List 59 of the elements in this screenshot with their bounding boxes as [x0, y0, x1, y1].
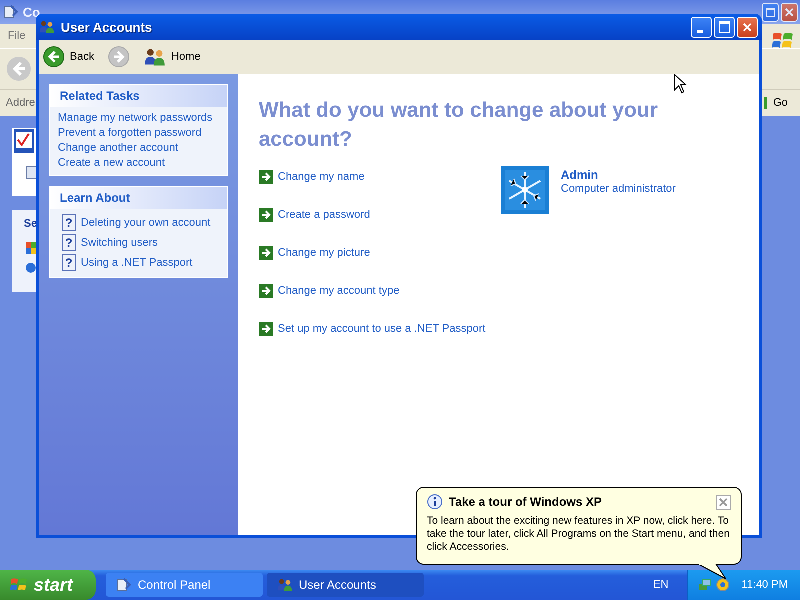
account-name: Admin [561, 168, 600, 182]
task-link[interactable]: Prevent a forgotten password [58, 127, 219, 139]
arrow-icon [259, 322, 273, 336]
help-link[interactable]: Deleting your own account [81, 216, 211, 228]
balloon-tail [698, 564, 728, 580]
menu-item[interactable]: File [8, 30, 26, 42]
task-link[interactable]: Create a password [278, 209, 370, 221]
minimize-button[interactable] [691, 16, 712, 38]
close-button[interactable] [716, 494, 731, 510]
windows-logo-icon [10, 577, 28, 593]
back-button[interactable]: Back [43, 46, 94, 68]
windows-logo-icon [772, 31, 794, 51]
window-title: Co [23, 4, 40, 20]
balloon-title: Take a tour of Windows XP [449, 495, 602, 509]
arrow-icon [259, 284, 273, 298]
help-link[interactable]: Switching users [81, 236, 158, 248]
language-indicator[interactable]: EN [653, 579, 669, 591]
task-link[interactable]: Change another account [58, 142, 219, 154]
notification-balloon[interactable]: Take a tour of Windows XP To learn about the exciting new features in XP now, click here. To take the tour later, click All Programs on the Start menu, and then click Accessories. [416, 487, 742, 565]
task-link[interactable]: Create a new account [58, 157, 219, 169]
windows-logo-icon [26, 242, 36, 254]
close-icon [719, 498, 728, 506]
account-type: Computer administrator [561, 183, 676, 195]
tour-icon[interactable] [716, 578, 730, 592]
taskbar-button[interactable]: User Accounts [267, 573, 424, 597]
users-icon [277, 578, 293, 592]
restore-button[interactable] [762, 2, 779, 22]
users-icon [39, 20, 55, 34]
arrow-icon [259, 246, 273, 260]
control-panel-icon [116, 577, 132, 593]
address-label: Addre [6, 97, 36, 109]
help-icon: ? [62, 254, 76, 271]
help-icon: ? [62, 214, 76, 231]
taskbar-button[interactable]: Control Panel [106, 573, 263, 597]
control-panel-icon [3, 4, 19, 20]
task-link[interactable]: Manage my network passwords [58, 112, 219, 124]
globe-icon [26, 262, 36, 274]
window-title: User Accounts [61, 20, 152, 34]
info-icon [427, 494, 443, 510]
close-icon [743, 22, 752, 32]
task-link[interactable]: Change my picture [278, 247, 370, 259]
users-icon [144, 48, 166, 66]
page-heading: What do you want to change about your account? [259, 98, 659, 153]
arrow-icon [259, 170, 273, 184]
panel-heading: Related Tasks [50, 85, 227, 107]
balloon-text: To learn about the exciting new features in XP now, click here. To take the tour later, click All Programs on the Start menu, and then click Accessories. [427, 515, 731, 554]
start-button[interactable]: start [0, 570, 96, 600]
maximize-button[interactable] [714, 16, 735, 38]
task-link[interactable]: Set up my account to use a .NET Passport [278, 323, 486, 335]
window-icon [26, 166, 38, 180]
panel-heading: Learn About [50, 187, 227, 209]
task-link[interactable]: Change my account type [278, 285, 400, 297]
help-icon: ? [62, 234, 76, 251]
clock: 11:40 PM [742, 579, 788, 591]
task-link[interactable]: Change my name [278, 171, 365, 183]
help-link[interactable]: Using a .NET Passport [81, 256, 193, 268]
arrow-icon [259, 208, 273, 222]
home-button[interactable]: Home [144, 48, 201, 66]
close-icon [785, 8, 794, 16]
